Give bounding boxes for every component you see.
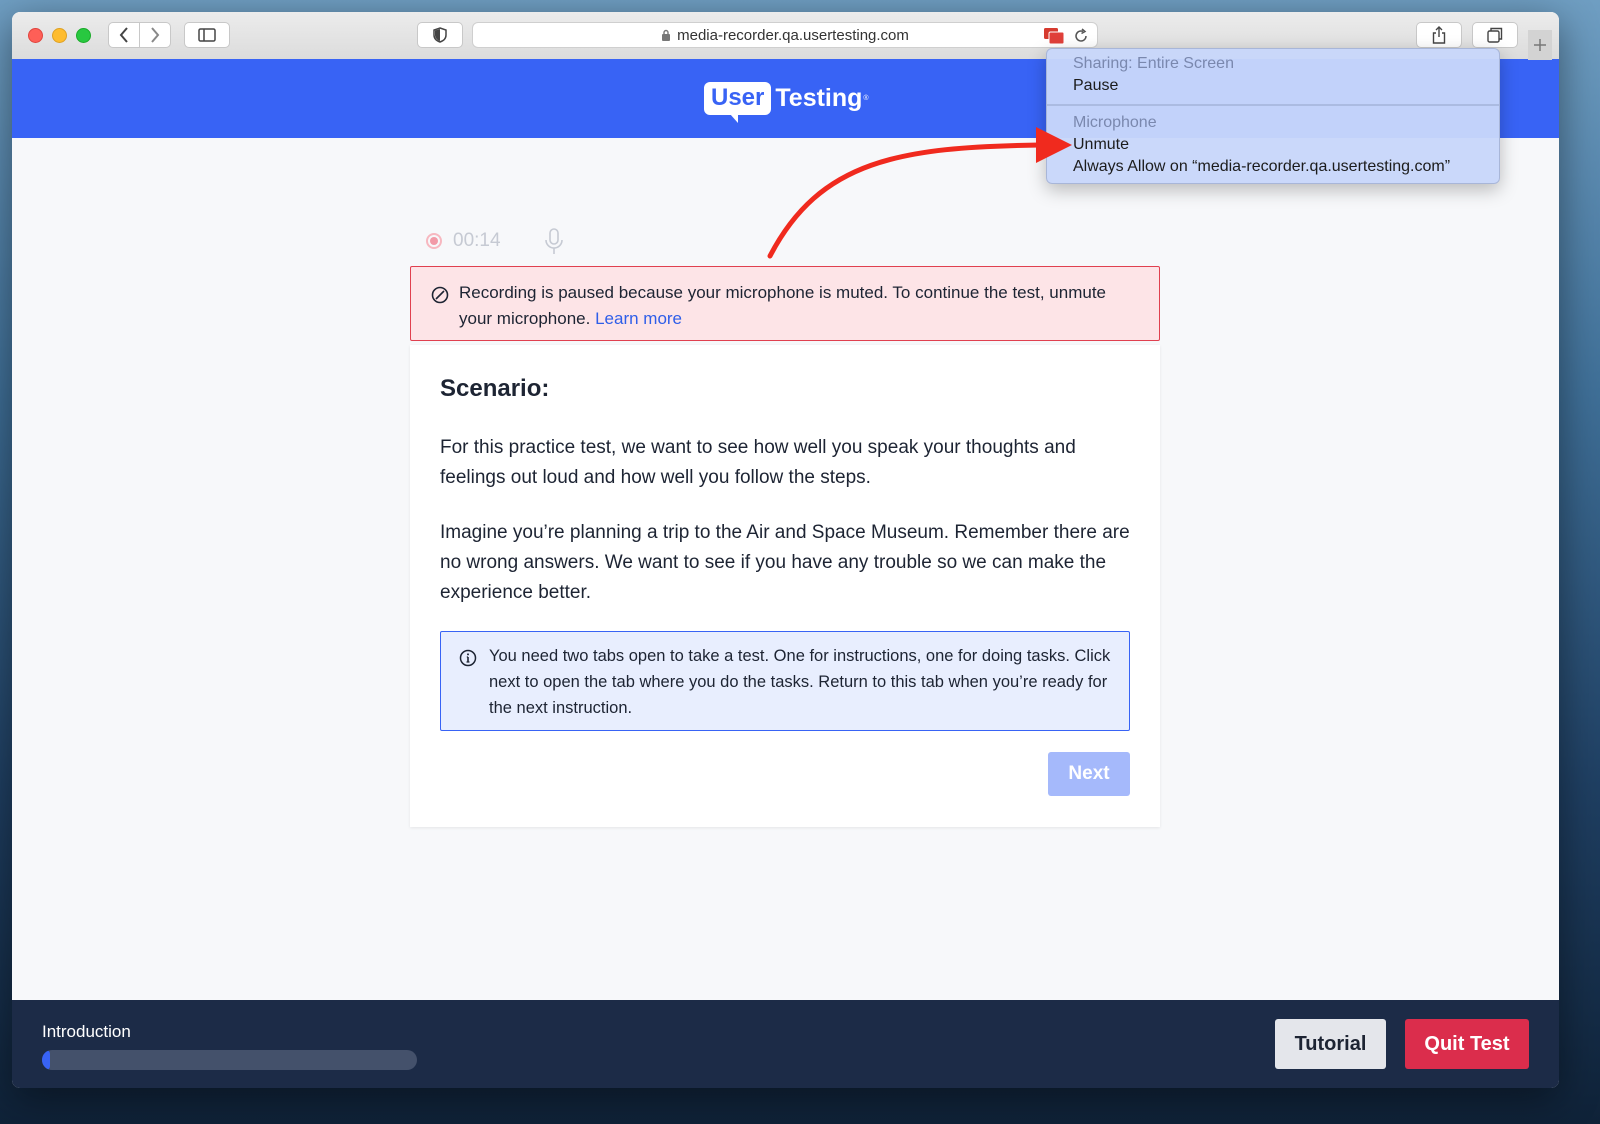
card-title: Scenario: <box>440 375 550 402</box>
always-allow-menu-item[interactable]: Always Allow on “media-recorder.qa.usert… <box>1073 158 1450 176</box>
next-button[interactable]: Next <box>1048 752 1130 796</box>
menu-divider <box>1047 104 1499 106</box>
share-icon <box>1432 26 1446 44</box>
back-button[interactable] <box>108 22 140 48</box>
unmute-menu-item[interactable]: Unmute <box>1073 136 1129 154</box>
chevron-right-icon <box>151 27 160 43</box>
logo-trademark: ® <box>863 94 869 102</box>
section-label: Introduction <box>42 1022 131 1041</box>
sidebar-toggle-button[interactable] <box>184 22 230 48</box>
scenario-paragraph-2: Imagine you’re planning a trip to the Ai… <box>440 522 1130 603</box>
learn-more-link[interactable]: Learn more <box>595 309 682 328</box>
plus-icon <box>1534 39 1546 51</box>
sidebar-icon <box>198 28 216 42</box>
info-icon <box>459 649 477 667</box>
quit-test-button[interactable]: Quit Test <box>1405 1019 1529 1069</box>
reload-icon[interactable] <box>1073 28 1089 44</box>
close-window-button[interactable] <box>28 28 43 43</box>
logo-testing-text: Testing <box>775 84 863 112</box>
recording-timer: 00:14 <box>453 230 501 251</box>
usertesting-logo[interactable]: User Testing ® <box>704 78 869 123</box>
screen-share-icon[interactable] <box>1043 27 1065 45</box>
microphone-header: Microphone <box>1073 114 1157 131</box>
url-text: media-recorder.qa.usertesting.com <box>677 26 909 44</box>
lock-icon <box>662 29 671 41</box>
share-button[interactable] <box>1416 22 1462 48</box>
scenario-paragraph-1: For this practice test, we want to see h… <box>440 437 1076 488</box>
zoom-window-button[interactable] <box>76 28 91 43</box>
media-capture-menu: Sharing: Entire Screen Pause Microphone … <box>1046 48 1500 184</box>
scenario-card: Scenario: For this practice test, we wan… <box>410 345 1160 827</box>
blocked-icon <box>431 286 449 304</box>
pause-menu-item[interactable]: Pause <box>1073 77 1118 95</box>
alert-text: Recording is paused because your microph… <box>459 283 1107 328</box>
new-tab-button[interactable] <box>1528 30 1552 60</box>
chevron-left-icon <box>119 27 128 43</box>
sharing-header: Sharing: Entire Screen <box>1073 55 1234 72</box>
recording-status: 00:14 <box>426 230 501 252</box>
progress-bar <box>42 1050 417 1070</box>
footer-bar: Introduction Tutorial Quit Test <box>12 1000 1559 1088</box>
info-box: You need two tabs open to take a test. O… <box>440 631 1130 731</box>
shield-icon <box>433 27 447 43</box>
progress-fill <box>42 1050 50 1070</box>
tab-overview-button[interactable] <box>1472 22 1518 48</box>
tabs-icon <box>1487 27 1503 43</box>
privacy-report-button[interactable] <box>417 22 463 48</box>
address-bar[interactable]: media-recorder.qa.usertesting.com <box>472 22 1098 48</box>
info-text: You need two tabs open to take a test. O… <box>489 647 1111 717</box>
muted-alert: Recording is paused because your microph… <box>410 266 1160 341</box>
forward-button[interactable] <box>139 22 171 48</box>
minimize-window-button[interactable] <box>52 28 67 43</box>
microphone-icon[interactable] <box>544 228 564 256</box>
tutorial-button[interactable]: Tutorial <box>1275 1019 1386 1069</box>
logo-user-text: User <box>704 81 772 123</box>
record-dot-icon <box>426 233 442 249</box>
